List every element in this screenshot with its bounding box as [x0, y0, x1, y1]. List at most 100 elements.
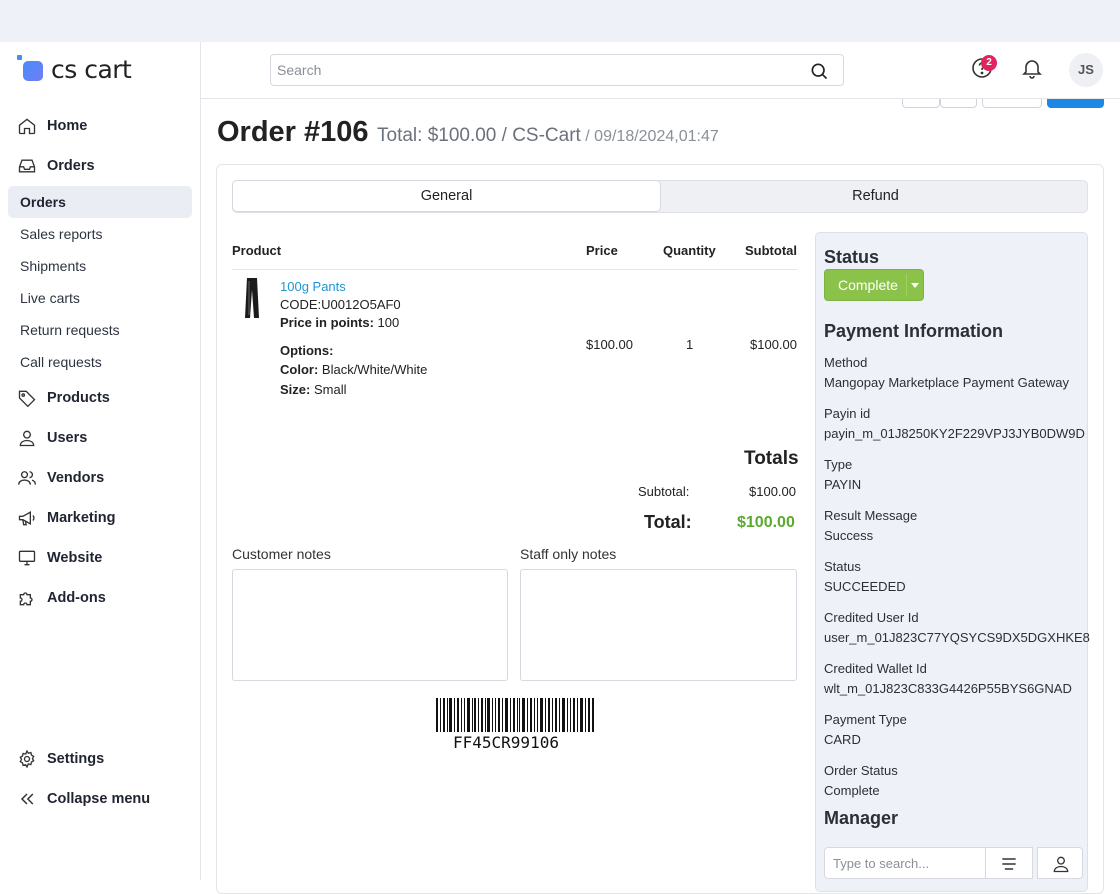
- row-subtotal: $100.00: [750, 337, 797, 352]
- manager-search-box: [824, 847, 986, 879]
- sidebar-item-home[interactable]: Home: [8, 106, 192, 146]
- manager-user-button[interactable]: [1037, 847, 1083, 879]
- sidebar-item-label: Marketing: [47, 510, 116, 526]
- payment-field-value: SUCCEEDED: [824, 579, 906, 594]
- product-color: Color: Black/White/White: [280, 362, 427, 377]
- payment-field-label: Result Message: [824, 508, 918, 523]
- payment-field-label: Payment Type: [824, 712, 907, 727]
- subtotal-value: $100.00: [749, 484, 796, 499]
- sidebar-item-vendors[interactable]: Vendors: [8, 458, 192, 498]
- payment-field-label: Order Status: [824, 763, 898, 778]
- row-quantity: 1: [686, 337, 694, 352]
- payment-field-label: Credited Wallet Id: [824, 661, 927, 676]
- double-chevron-left-icon: [20, 793, 34, 805]
- sidebar-subitem-call-requests[interactable]: Call requests: [8, 346, 192, 378]
- product-thumbnail[interactable]: [243, 277, 261, 319]
- sidebar: cs cart Home Orders Orders Sales reports…: [0, 42, 201, 880]
- home-icon: [18, 118, 36, 135]
- users-icon: [18, 471, 36, 485]
- column-header-subtotal: Subtotal: [745, 243, 797, 258]
- sidebar-item-products[interactable]: Products: [8, 378, 192, 418]
- search-icon[interactable]: [809, 61, 829, 81]
- sidebar-item-website[interactable]: Website: [8, 538, 192, 578]
- payment-field-value: wlt_m_01J823C833G4426P55BYS6GNAD: [824, 681, 1072, 696]
- sidebar-subitem-sales-reports[interactable]: Sales reports: [8, 218, 192, 250]
- sidebar-item-orders[interactable]: Orders: [8, 146, 192, 186]
- column-header-price: Price: [586, 243, 618, 258]
- status-heading: Status: [824, 247, 880, 267]
- status-value: Complete: [838, 277, 898, 293]
- help-badge: 2: [981, 55, 997, 71]
- user-icon: [1053, 856, 1069, 873]
- toolbar-button[interactable]: [940, 99, 977, 108]
- total-value: $100.00: [737, 514, 795, 531]
- column-header-product: Product: [232, 243, 282, 258]
- gear-icon: [19, 749, 35, 769]
- sidebar-item-addons[interactable]: Add-ons: [8, 578, 192, 618]
- product-code: CODE:U0012O5AF0: [280, 297, 401, 312]
- payment-field-value: payin_m_01J8250KY2F229VPJ3JYB0DW9D: [824, 426, 1085, 441]
- toolbar-dropdown-button[interactable]: [982, 99, 1042, 108]
- tab-refund[interactable]: Refund: [662, 181, 1089, 212]
- page-title: Order #106 Total: $100.00 / CS-Cart / 09…: [217, 116, 719, 149]
- toolbar-button[interactable]: [902, 99, 940, 108]
- monitor-icon: [18, 550, 36, 566]
- payment-field-value: user_m_01J823C77YQSYCS9DX5DGXHKE8: [824, 630, 1090, 645]
- sidebar-subitem-live-carts[interactable]: Live carts: [8, 282, 192, 314]
- staff-notes-label: Staff only notes: [520, 546, 617, 562]
- megaphone-icon: [18, 511, 35, 526]
- product-size: Size: Small: [280, 382, 346, 397]
- color-value: Black/White/White: [321, 362, 428, 377]
- sidebar-subitem-return-requests[interactable]: Return requests: [8, 314, 192, 346]
- sidebar-item-marketing[interactable]: Marketing: [8, 498, 192, 538]
- search-input[interactable]: [271, 55, 791, 85]
- payment-field-label: Credited User Id: [824, 610, 919, 625]
- sidebar-bottom: Settings Collapse menu: [8, 739, 192, 819]
- sidebar-item-users[interactable]: Users: [8, 418, 192, 458]
- sidebar-item-label: Settings: [47, 751, 105, 767]
- color-label: Color:: [280, 362, 319, 377]
- sidebar-item-settings[interactable]: Settings: [8, 739, 192, 779]
- order-date: / 09/18/2024,01:47: [585, 128, 719, 145]
- column-header-quantity: Quantity: [663, 243, 716, 258]
- logo[interactable]: cs cart: [17, 54, 132, 84]
- top-header: 2 JS: [201, 42, 1120, 99]
- product-options-label: Options:: [280, 343, 334, 358]
- sidebar-nav: Home Orders Orders Sales reports Shipmen…: [8, 106, 192, 618]
- avatar[interactable]: JS: [1069, 53, 1103, 87]
- size-value: Small: [313, 382, 347, 397]
- sidebar-item-label: Vendors: [47, 470, 105, 486]
- payment-field-value: CARD: [824, 732, 861, 747]
- sidebar-subitem-orders[interactable]: Orders: [8, 186, 192, 218]
- payment-field-value: PAYIN: [824, 477, 862, 492]
- collapse-menu-button[interactable]: Collapse menu: [8, 779, 192, 819]
- collapse-menu-label: Collapse menu: [47, 791, 151, 807]
- barcode-text: FF45CR99106: [453, 733, 559, 752]
- staff-notes-field[interactable]: [520, 569, 797, 681]
- customer-notes-label: Customer notes: [232, 546, 331, 562]
- payment-field-value: Mangopay Marketplace Payment Gateway: [824, 375, 1069, 390]
- points-value: 100: [377, 315, 400, 330]
- tabs: General Refund: [232, 180, 1088, 213]
- bell-icon[interactable]: [1020, 56, 1044, 80]
- user-icon: [19, 430, 35, 447]
- sidebar-item-label: Website: [47, 550, 103, 566]
- totals-heading: Totals: [744, 448, 799, 469]
- payment-field-value: Success: [824, 528, 874, 543]
- manager-list-button[interactable]: [985, 847, 1033, 879]
- sidebar-subitem-shipments[interactable]: Shipments: [8, 250, 192, 282]
- status-dropdown[interactable]: Complete: [824, 269, 924, 301]
- logo-mark-icon: [17, 55, 45, 83]
- save-button[interactable]: [1047, 99, 1104, 108]
- payment-field-label: Method: [824, 355, 868, 370]
- size-label: Size:: [280, 382, 311, 397]
- customer-notes-field[interactable]: [232, 569, 508, 681]
- search-box: [270, 54, 844, 86]
- manager-search-input[interactable]: [825, 848, 975, 878]
- tab-general[interactable]: General: [232, 180, 661, 212]
- payment-field-label: Status: [824, 559, 861, 574]
- sidebar-item-label: Home: [47, 118, 88, 134]
- payment-field-value: Complete: [824, 783, 880, 798]
- caret-down-icon: [911, 283, 919, 288]
- product-name-link[interactable]: 100g Pants: [280, 279, 346, 294]
